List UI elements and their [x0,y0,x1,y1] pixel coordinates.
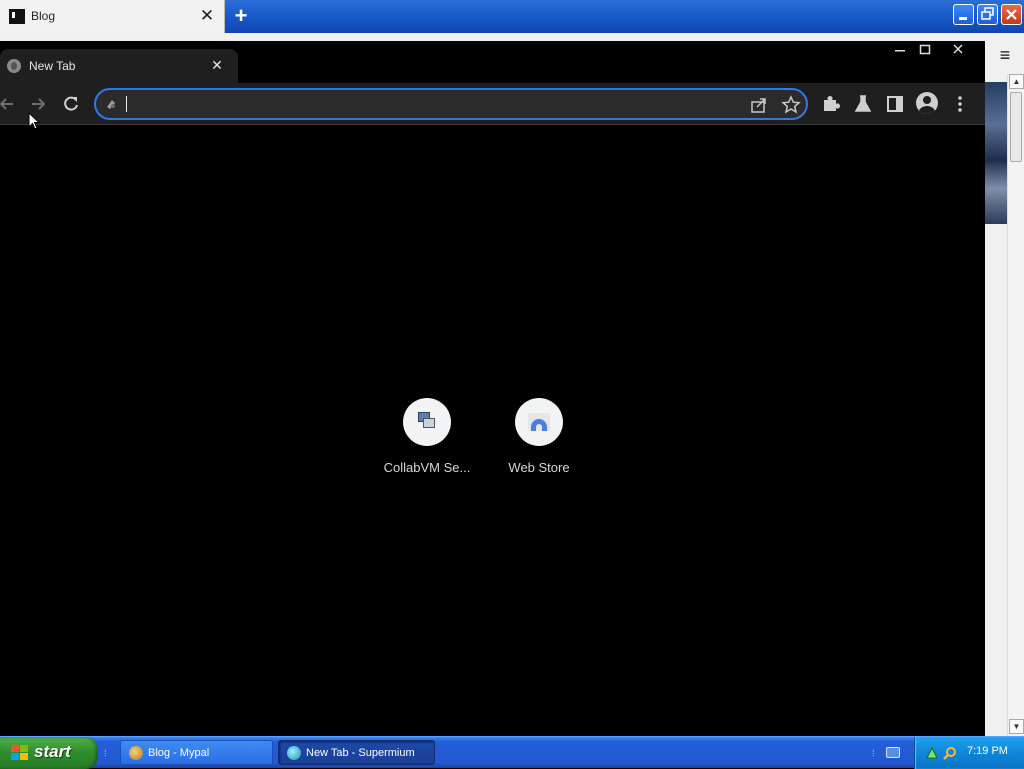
background-tab-blog[interactable]: Blog ✕ [0,0,225,33]
restore-icon [981,7,994,20]
close-button[interactable] [945,41,971,59]
mypal-icon [129,746,143,760]
maximize-icon [919,44,931,55]
start-label: start [34,742,71,761]
toolbar [0,83,985,125]
background-close-button[interactable] [1001,4,1022,25]
scroll-up-icon[interactable]: ▲ [1009,74,1024,89]
background-page-image [985,82,1007,224]
supermium-icon [287,746,301,760]
address-bar[interactable] [94,88,808,120]
reload-icon [64,96,78,111]
share-icon[interactable] [748,94,770,116]
kebab-menu-icon [958,96,962,112]
background-new-tab-button[interactable]: + [230,5,252,27]
scrollbar-thumb[interactable] [1010,92,1022,162]
text-caret [126,96,127,112]
search-engine-icon [104,97,118,111]
minimize-icon [959,17,967,20]
reload-button[interactable] [58,91,84,117]
tab-title: New Tab [29,59,76,73]
flask-icon [854,95,872,112]
shortcut-icon-circle [515,398,563,446]
background-menu-icon[interactable]: ≡ [988,44,1022,66]
web-store-icon [528,413,550,431]
minimize-icon [895,50,905,52]
background-tab-close-icon[interactable]: ✕ [199,6,215,26]
arrow-left-icon [0,98,13,110]
tray-grip: ⁞ [872,748,875,758]
maximize-button[interactable] [912,41,938,59]
task-button-mypal[interactable]: Blog - Mypal [120,740,273,765]
windows-flag-icon [11,745,29,761]
shortcut-tile-collabvm[interactable]: CollabVM Se... [371,398,483,482]
side-panel-icon [887,96,903,112]
close-icon [953,44,963,54]
labs-button[interactable] [850,91,876,117]
tab-close-icon[interactable]: ✕ [208,56,226,74]
tab-strip: New Tab ✕ [0,41,985,83]
network-icon[interactable] [925,746,939,760]
mouse-pointer-icon [28,112,40,130]
background-toolbar-strip [0,33,1024,41]
tab-new-tab[interactable]: New Tab ✕ [0,49,238,83]
supermium-window: New Tab ✕ CollabVM Se... Web Store [0,41,985,736]
back-button[interactable] [0,91,20,117]
background-restore-button[interactable] [977,4,998,25]
shortcut-label: Web Store [508,460,570,475]
background-minimize-button[interactable] [953,4,974,25]
keyboard-icon[interactable] [886,747,900,758]
task-label: New Tab - Supermium [306,747,415,759]
taskbar-grip: ⁞ [104,748,107,758]
shortcut-icon-circle [403,398,451,446]
globe-icon [7,59,21,73]
taskbar: start ⁞ Blog - Mypal New Tab - Supermium… [0,736,1024,769]
task-button-supermium[interactable]: New Tab - Supermium [278,740,435,765]
extensions-button[interactable] [818,91,844,117]
side-panel-button[interactable] [882,91,908,117]
shortcut-tile-web-store[interactable]: Web Store [483,398,595,482]
collabvm-icon [418,412,436,430]
search-icon[interactable] [943,746,957,760]
address-input[interactable] [124,94,734,114]
blog-favicon-icon [9,9,25,24]
chrome-menu-button[interactable] [947,91,973,117]
clock[interactable]: 7:19 PM [967,745,1008,757]
start-button[interactable]: start [0,737,98,769]
new-tab-page: CollabVM Se... Web Store [0,126,985,736]
task-label: Blog - Mypal [148,747,210,759]
system-tray: 7:19 PM [914,737,1024,769]
profile-avatar-icon[interactable] [916,92,938,114]
scroll-down-icon[interactable]: ▼ [1009,719,1024,734]
puzzle-icon [824,96,840,111]
minimize-button[interactable] [887,41,913,59]
bookmark-star-icon[interactable] [780,94,802,116]
close-icon [1006,9,1017,20]
background-tab-bar: Blog ✕ + [0,0,1024,33]
background-tab-title: Blog [31,9,56,23]
shortcut-label: CollabVM Se... [383,460,471,475]
background-scrollbar[interactable]: ▲ ▼ [1007,74,1024,736]
